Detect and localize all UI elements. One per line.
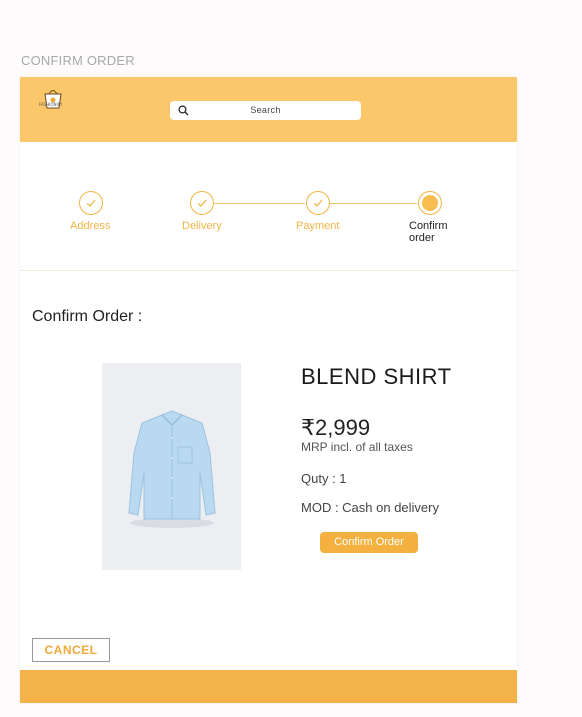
app-frame: FASHIONIFY Search Address Delivery Payme…: [20, 77, 517, 703]
check-icon: [86, 199, 96, 207]
step-delivery-label: Delivery: [182, 220, 222, 232]
active-dot: [422, 195, 438, 211]
page-label: CONFIRM ORDER: [21, 53, 135, 68]
confirm-order-button[interactable]: Confirm Order: [320, 532, 418, 553]
footer: [20, 670, 517, 703]
step-connector: [330, 203, 417, 204]
header: FASHIONIFY Search: [20, 77, 517, 142]
step-payment-marker[interactable]: [306, 191, 330, 215]
shirt-illustration: [128, 410, 216, 528]
mode-of-delivery-text: MOD : Cash on delivery: [301, 500, 439, 515]
section-title: Confirm Order :: [32, 308, 143, 325]
step-address-marker[interactable]: [79, 191, 103, 215]
check-icon: [197, 199, 207, 207]
check-icon: [313, 199, 323, 207]
logo-icon[interactable]: [39, 84, 67, 114]
quantity-text: Quty : 1: [301, 471, 347, 486]
cancel-button[interactable]: CANCEL: [32, 638, 110, 662]
product-name: BLEND SHIRT: [301, 364, 452, 389]
search-input[interactable]: Search: [170, 101, 361, 120]
product-image: [102, 363, 241, 570]
step-confirm-marker[interactable]: [418, 191, 442, 215]
step-delivery-marker[interactable]: [190, 191, 214, 215]
step-connector: [214, 203, 305, 204]
divider: [20, 270, 517, 271]
logo-text: FASHIONIFY: [39, 102, 63, 107]
step-address-label: Address: [70, 220, 111, 232]
step-payment-label: Payment: [296, 220, 340, 232]
search-placeholder: Search: [250, 105, 281, 115]
product-price: ₹2,999: [301, 415, 371, 440]
checkout-stepper: Address Delivery Payment Confirm order: [20, 142, 517, 271]
price-note: MRP incl. of all taxes: [301, 440, 413, 454]
step-confirm-label: Confirm order: [409, 220, 448, 244]
